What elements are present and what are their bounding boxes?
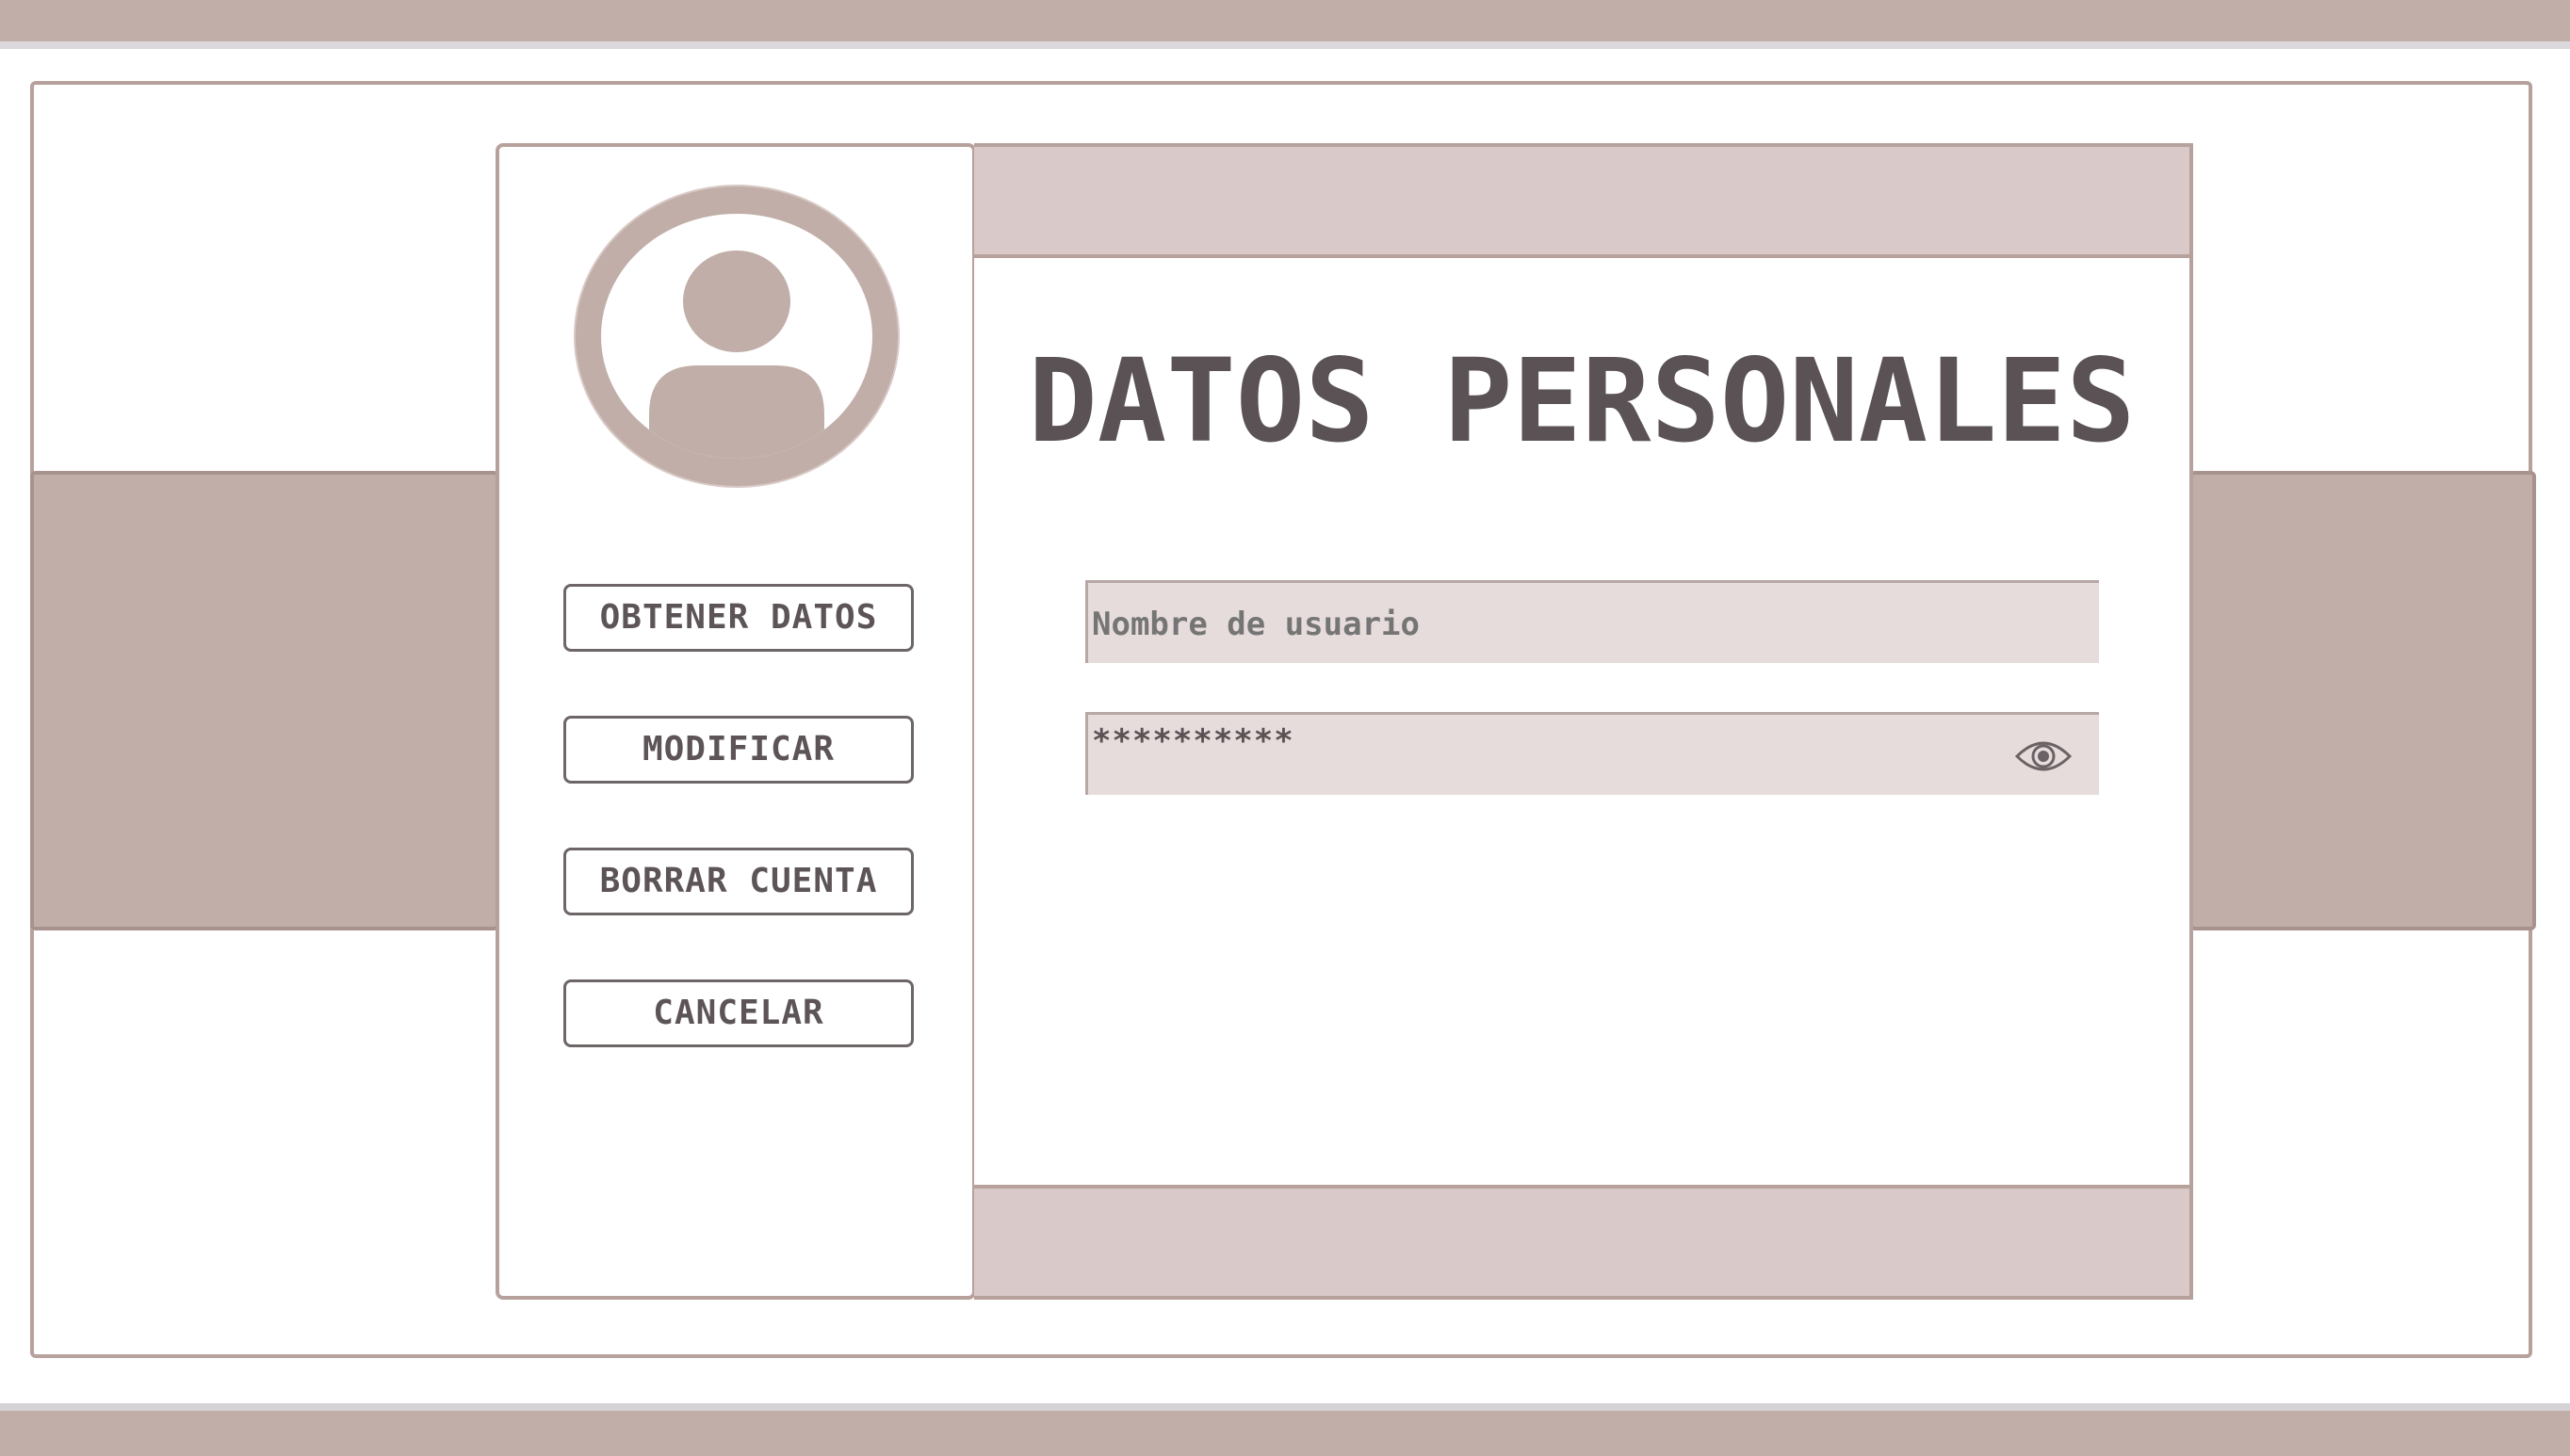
top-bar — [0, 0, 2570, 49]
password-field[interactable]: ********** — [1085, 712, 2099, 795]
cancelar-button[interactable]: CANCELAR — [563, 979, 914, 1047]
user-avatar-icon — [574, 185, 900, 488]
main-header-band — [974, 147, 2189, 258]
modificar-button[interactable]: MODIFICAR — [563, 716, 914, 784]
sidebar: OBTENER DATOS MODIFICAR BORRAR CUENTA CA… — [496, 143, 976, 1300]
page: OBTENER DATOS MODIFICAR BORRAR CUENTA CA… — [0, 0, 2570, 1456]
bottom-bar — [0, 1403, 2570, 1456]
password-value[interactable]: ********** — [1092, 722, 1294, 760]
eye-icon[interactable] — [2014, 736, 2073, 777]
main-footer-band — [974, 1185, 2189, 1296]
borrar-cuenta-button[interactable]: BORRAR CUENTA — [563, 848, 914, 915]
main-panel: DATOS PERSONALES ********** — [974, 143, 2193, 1300]
username-field — [1085, 580, 2099, 663]
obtener-datos-button[interactable]: OBTENER DATOS — [563, 584, 914, 652]
username-input[interactable] — [1088, 583, 2099, 663]
right-side-block — [2189, 471, 2536, 930]
page-title: DATOS PERSONALES — [1028, 334, 2136, 468]
left-side-block — [30, 471, 499, 930]
